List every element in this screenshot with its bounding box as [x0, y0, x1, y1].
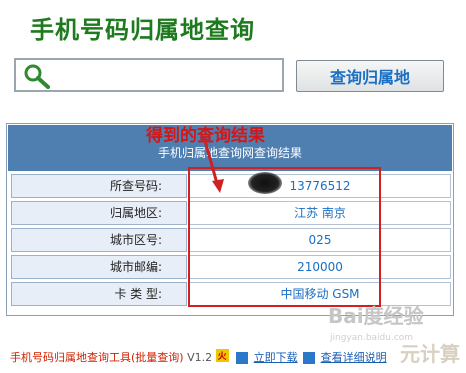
row-label: 城市区号: — [11, 228, 187, 252]
footer-version: V1.2 — [187, 351, 213, 364]
download-link[interactable]: 立即下载 — [254, 351, 298, 364]
query-location-button[interactable]: 查询归属地 — [296, 60, 444, 92]
phone-number-input[interactable] — [54, 64, 284, 88]
info-icon — [303, 352, 316, 364]
row-label: 卡 类 型: — [11, 282, 187, 306]
details-link[interactable]: 查看详细说明 — [321, 351, 387, 364]
row-label: 城市邮编: — [11, 255, 187, 279]
row-label: 归属地区: — [11, 201, 187, 225]
hot-badge: 火 — [215, 349, 229, 362]
corner-watermark: 元计算 — [400, 342, 460, 366]
search-icon — [24, 64, 50, 89]
arrow-icon — [202, 136, 224, 193]
download-icon — [236, 352, 249, 364]
footer: 手机号码归属地查询工具(批量查询) V1.2 火 立即下载 查看详细说明 — [10, 349, 387, 365]
row-label: 所查号码: — [11, 174, 187, 198]
result-heading: 手机归属地查询网查询结果 — [157, 146, 302, 160]
page-title: 手机号码归属地查询 — [30, 15, 255, 44]
search-box[interactable] — [14, 58, 284, 92]
watermark-logo: Bai度经验 — [328, 304, 424, 328]
footer-tool-name: 手机号码归属地查询工具(批量查询) — [10, 351, 184, 364]
